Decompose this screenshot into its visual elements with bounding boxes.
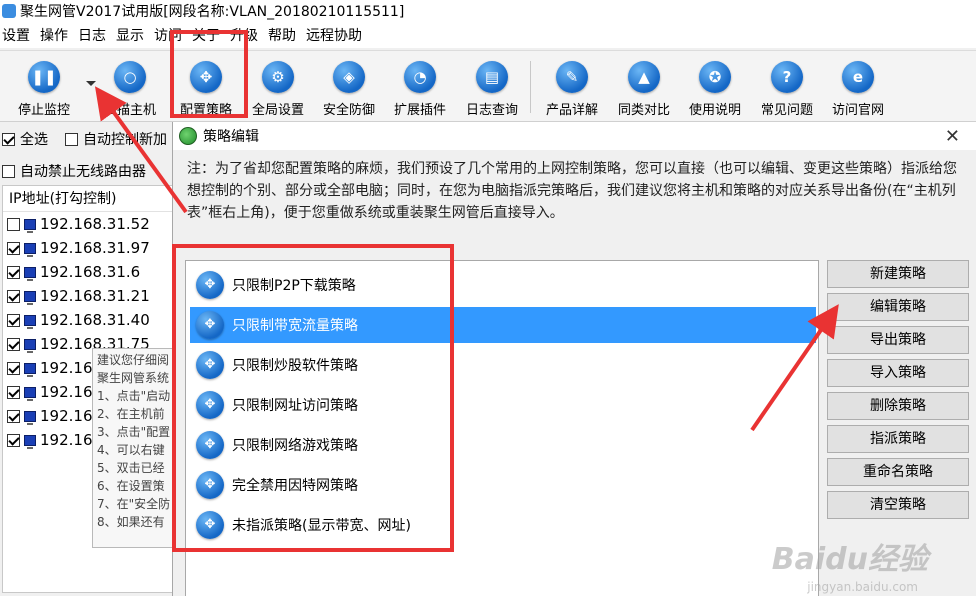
watermark-logo: Baidu经验 — [771, 542, 928, 577]
watermark-url: jingyan.baidu.com — [807, 580, 918, 594]
arrow-to-toolbar — [94, 86, 188, 214]
app-window: 聚生网管V2017试用版[网段名称:VLAN_20180210115511] 设… — [0, 0, 976, 596]
annotation-arrows — [94, 86, 839, 432]
arrow-to-edit-button — [750, 304, 839, 432]
